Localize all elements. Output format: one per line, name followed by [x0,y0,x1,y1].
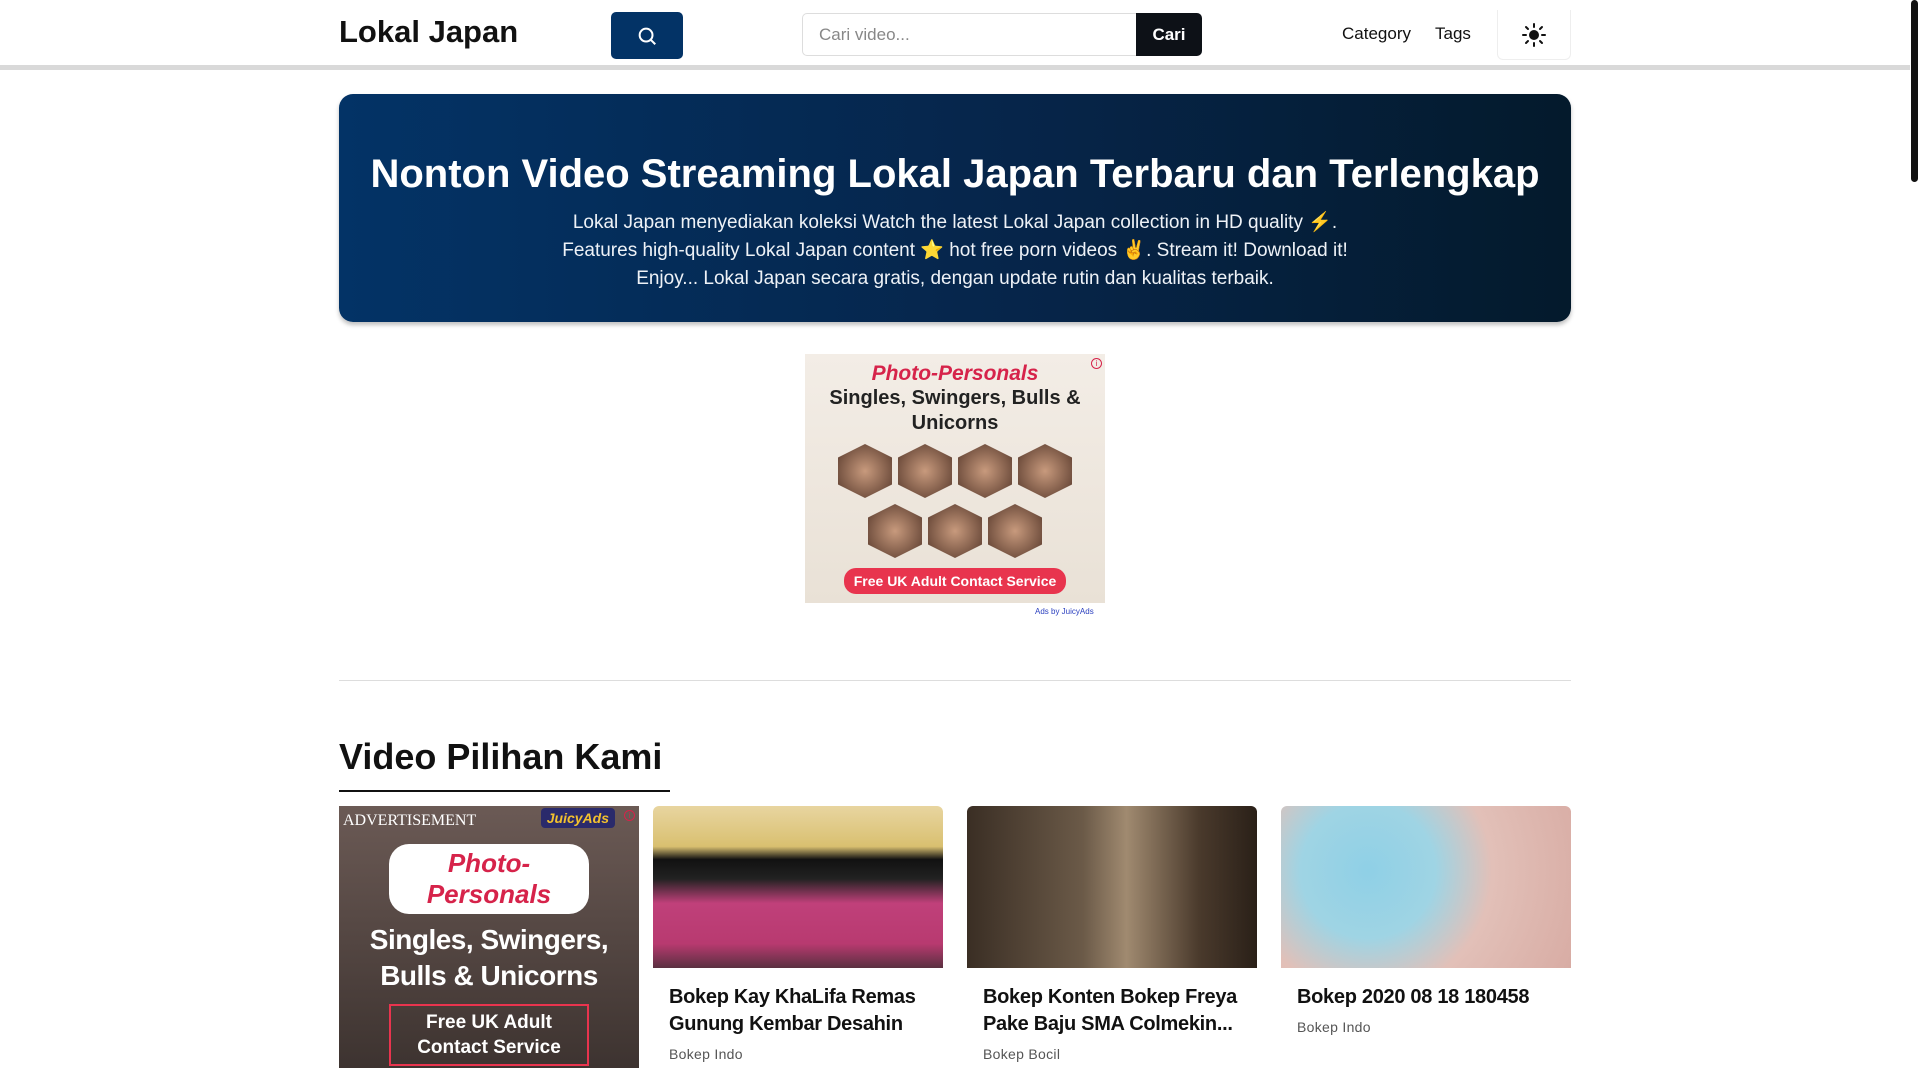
sun-icon [1522,22,1546,47]
theme-toggle-button[interactable] [1497,10,1571,60]
video-thumbnail[interactable] [1281,806,1571,968]
video-thumbnail[interactable] [967,806,1257,968]
ad-cta[interactable]: Free UK Adult Contact Service [389,1004,589,1066]
video-category[interactable]: Bokep Indo [1297,1019,1555,1035]
nav-category[interactable]: Category [1342,24,1411,44]
hero-line: Enjoy... Lokal Japan secara gratis, deng… [636,268,1274,289]
banner-ad[interactable]: i Photo-Personals Singles, Swingers, Bul… [805,354,1105,603]
ad-tagline: Singles, Swingers, Bulls & Unicorns [829,387,1081,434]
video-title[interactable]: Bokep 2020 08 18 180458 [1297,984,1557,1011]
site-header: Lokal Japan Cari Category Tags [0,0,1910,70]
ad-cta[interactable]: Free UK Adult Contact Service [843,568,1067,594]
video-card[interactable]: Bokep Konten Bokep Freya Pake Baju SMA C… [967,806,1257,1062]
hero-line: Lokal Japan menyediakan koleksi Watch th… [572,212,1338,233]
ad-brand: Photo-Personals [871,362,1039,385]
search-toggle-button[interactable] [611,12,683,59]
sidebar-ad[interactable]: ADVERTISEMENT JuicyAds i Photo-Personals… [339,806,639,1068]
ad-brand: Photo-Personals [389,844,589,914]
video-thumbnail[interactable] [653,806,943,968]
hero-banner: Nonton Video Streaming Lokal Japan Terba… [339,94,1571,322]
hero-title: Nonton Video Streaming Lokal Japan Terba… [370,152,1540,196]
scrollbar[interactable] [1911,0,1918,182]
ad-network-logo: JuicyAds [540,808,615,828]
video-title[interactable]: Bokep Kay KhaLifa Remas Gunung Kembar De… [669,984,929,1038]
search-input[interactable] [802,13,1136,56]
section-title: Video Pilihan Kami [339,736,670,792]
ad-info-icon[interactable]: i [1091,358,1102,369]
nav-tags[interactable]: Tags [1435,24,1471,44]
search-form: Cari [802,13,1202,56]
main-nav: Category Tags [1342,24,1471,44]
ad-tagline: Singles, Swingers, Bulls & Unicorns [369,924,609,991]
video-category[interactable]: Bokep Bocil [983,1046,1241,1062]
video-title[interactable]: Bokep Konten Bokep Freya Pake Baju SMA C… [983,984,1243,1038]
ad-info-icon[interactable]: i [624,810,635,821]
search-submit-button[interactable]: Cari [1136,13,1202,56]
video-category[interactable]: Bokep Indo [669,1046,927,1062]
search-icon [638,27,656,45]
ad-label: ADVERTISEMENT [343,812,477,829]
video-card[interactable]: Bokep Kay KhaLifa Remas Gunung Kembar De… [653,806,943,1062]
divider [339,680,1571,681]
hero-line: Features high-quality Lokal Japan conten… [562,240,1348,261]
site-logo[interactable]: Lokal Japan [339,14,518,50]
ad-credit-link[interactable]: Ads by JuicyAds [1035,607,1094,616]
video-card[interactable]: Bokep 2020 08 18 180458 Bokep Indo [1281,806,1571,1035]
ad-photos [830,444,1080,558]
